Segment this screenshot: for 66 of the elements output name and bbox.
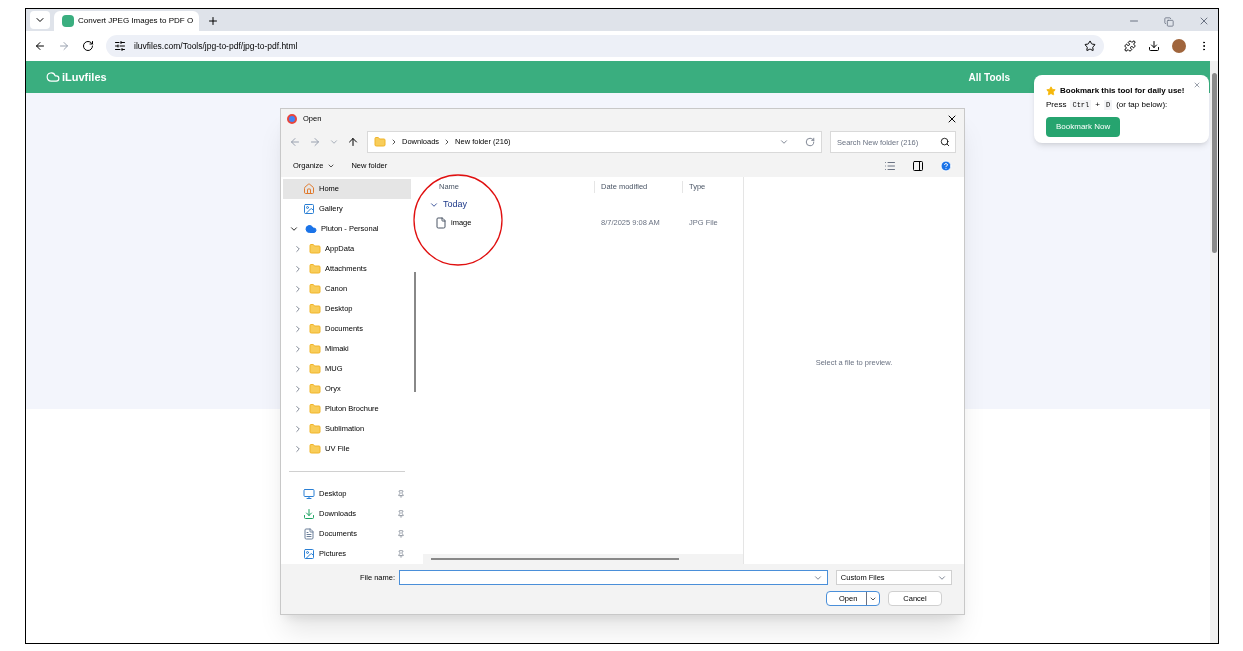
- scrollbar[interactable]: [1210, 61, 1218, 643]
- dropdown-icon[interactable]: [779, 137, 789, 147]
- folder-icon: [309, 263, 321, 275]
- pin-icon[interactable]: [397, 510, 405, 518]
- avatar[interactable]: [1172, 39, 1186, 53]
- pin-icon[interactable]: [397, 490, 405, 498]
- folder-icon: [309, 443, 321, 455]
- file-name-field[interactable]: [399, 570, 828, 585]
- desktop-icon: [303, 488, 315, 500]
- restore-icon[interactable]: [1164, 17, 1174, 27]
- view-icon[interactable]: [884, 160, 896, 172]
- close-icon[interactable]: [946, 113, 958, 125]
- popup-message: Bookmark this tool for daily use!: [1060, 85, 1185, 97]
- folder-icon: [309, 343, 321, 355]
- collapse-icon[interactable]: [429, 200, 439, 210]
- extensions-icon[interactable]: [1124, 40, 1136, 52]
- back-icon[interactable]: [34, 40, 46, 52]
- cloud-icon: [305, 223, 317, 235]
- browser-tab[interactable]: Convert JPEG Images to PDF O: [54, 11, 199, 31]
- address-bar[interactable]: iluvfiles.com/Tools/jpg-to-pdf/jpg-to-pdf.html: [106, 35, 1104, 57]
- document-icon: [303, 528, 315, 540]
- popup-text: +: [1095, 99, 1100, 111]
- reload-icon[interactable]: [82, 40, 94, 52]
- logo-icon: [46, 70, 60, 84]
- folder-icon: [309, 303, 321, 315]
- folder-icon: [309, 403, 321, 415]
- url-text: iluvfiles.com/Tools/jpg-to-pdf/jpg-to-pdf.html: [134, 39, 299, 53]
- folder-icon: [309, 363, 321, 375]
- folder-icon: [309, 283, 321, 295]
- separator-icon: [390, 138, 398, 146]
- folder-icon: [374, 136, 386, 148]
- site-favicon: [62, 15, 74, 27]
- star-icon: [1046, 86, 1056, 96]
- forward-icon[interactable]: [58, 40, 70, 52]
- forward-icon[interactable]: [309, 136, 321, 148]
- horizontal-scrollbar[interactable]: [423, 554, 743, 564]
- new-tab-icon[interactable]: [207, 15, 219, 27]
- help-icon[interactable]: [940, 160, 952, 172]
- download-icon: [303, 508, 315, 520]
- recent-icon[interactable]: [329, 137, 339, 147]
- popup-text: Press: [1046, 99, 1067, 111]
- download-icon[interactable]: [1148, 40, 1160, 52]
- search-icon[interactable]: [940, 137, 950, 147]
- close-window-icon[interactable]: [1198, 15, 1210, 27]
- home-icon: [303, 183, 315, 195]
- app-icon: [287, 114, 297, 124]
- popup-text: (or tap below):: [1116, 99, 1168, 111]
- folder-icon: [309, 423, 321, 435]
- refresh-icon[interactable]: [805, 137, 815, 147]
- folder-icon: [309, 323, 321, 335]
- up-icon[interactable]: [347, 136, 359, 148]
- folder-icon: [309, 383, 321, 395]
- pin-icon[interactable]: [397, 530, 405, 538]
- group-header: Today: [443, 198, 468, 212]
- gallery-icon: [303, 203, 315, 215]
- caret-icon: [327, 162, 336, 170]
- site-settings-icon[interactable]: [114, 40, 126, 52]
- star-icon[interactable]: [1084, 40, 1096, 52]
- scrollbar-thumb[interactable]: [414, 272, 416, 392]
- file-icon: [435, 217, 447, 229]
- folder-icon: [309, 243, 321, 255]
- pin-icon[interactable]: [397, 550, 405, 558]
- picture-icon: [303, 548, 315, 560]
- tab-title: Convert JPEG Images to PDF O: [78, 15, 194, 27]
- preview-pane-icon[interactable]: [912, 160, 924, 172]
- tab-list-button[interactable]: [30, 11, 50, 29]
